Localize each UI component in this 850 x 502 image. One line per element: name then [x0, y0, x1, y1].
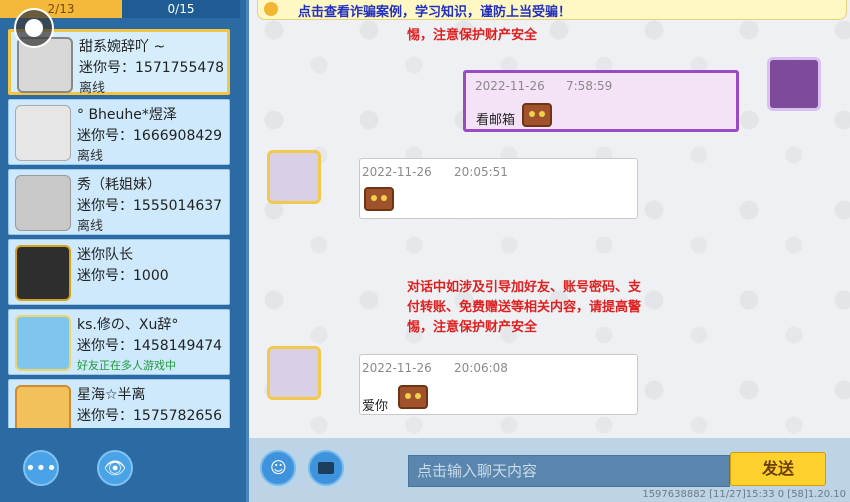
message-bubble: 2022-11-26 7:58:59 看邮箱 — [463, 70, 739, 132]
my-avatar — [767, 57, 821, 111]
avatar — [15, 385, 71, 428]
tab-other[interactable]: 0/15 — [122, 0, 240, 18]
warning-line: 惕，注意保护财产安全 — [407, 320, 538, 335]
friend-id: 迷你号：1666908429 — [77, 128, 223, 144]
status-bar: 1597638882 [11/27]15:33 0 [58]1.20.10 — [642, 489, 846, 500]
message-text: 看邮箱 — [476, 113, 516, 128]
friend-status: 离线 — [77, 149, 104, 164]
friend-avatar — [267, 150, 321, 204]
message-time: 20:05:51 — [454, 165, 508, 179]
friend-item[interactable]: 星海☆半离 迷你号：1575782656 — [8, 379, 230, 428]
friend-panel: 2/13 0/15 甜系婉辞吖 ~ 迷你号：1571755478 离线 ° Bh… — [0, 0, 246, 502]
avatar — [15, 105, 71, 161]
notice-text: 点击查看诈骗案例，学习知识，谨防上当受骗！ — [298, 5, 572, 20]
friend-id: 迷你号：1571755478 — [79, 60, 225, 76]
friend-id: 迷你号：1555014637 — [77, 198, 223, 214]
avatar — [15, 245, 71, 301]
overlay-circle-button[interactable] — [14, 8, 54, 48]
ellipsis-icon: ••• — [25, 457, 57, 479]
system-warning: 惕，注意保护财产安全 — [407, 28, 538, 43]
friend-name: 迷你队长 — [77, 247, 133, 263]
message-time: 7:58:59 — [566, 79, 613, 93]
friend-status: 离线 — [77, 219, 104, 234]
avatar — [15, 175, 71, 231]
friend-name: 星海☆半离 — [77, 387, 146, 403]
keyboard-button[interactable] — [308, 450, 344, 486]
keyboard-icon — [318, 462, 334, 474]
chat-input[interactable]: 点击输入聊天内容 — [408, 455, 730, 487]
friend-name: ° Bheuhe*煜泽 — [77, 107, 177, 123]
friend-item[interactable]: 迷你队长 迷你号：1000 — [8, 239, 230, 305]
friend-id: 迷你号：1458149474 — [77, 338, 223, 354]
friend-id: 迷你号：1000 — [77, 268, 169, 284]
emoji-icon — [364, 187, 394, 211]
warning-icon — [264, 2, 278, 16]
friend-item[interactable]: 秀（耗姐妹） 迷你号：1555014637 离线 — [8, 169, 230, 235]
friend-name: 甜系婉辞吖 ~ — [79, 39, 166, 55]
view-button[interactable]: 👁 — [97, 450, 133, 486]
chat-area: 点击查看诈骗案例，学习知识，谨防上当受骗！ 惕，注意保护财产安全 2022-11… — [246, 0, 850, 446]
message-time: 20:06:08 — [454, 361, 508, 375]
friend-id: 迷你号：1575782656 — [77, 408, 223, 424]
emoji-icon — [522, 103, 552, 127]
message-text: 爱你 — [362, 399, 389, 414]
eye-icon: 👁 — [103, 457, 127, 479]
friend-name: ks.修の、Xu辞° — [77, 317, 179, 333]
message-date: 2022-11-26 — [362, 165, 432, 179]
warning-line: 对话中如涉及引导加好友、账号密码、支 — [407, 280, 642, 295]
message-bubble: 2022-11-26 20:05:51 — [359, 158, 638, 219]
friend-item[interactable]: ° Bheuhe*煜泽 迷你号：1666908429 离线 — [8, 99, 230, 165]
message-date: 2022-11-26 — [362, 361, 432, 375]
system-warning: 对话中如涉及引导加好友、账号密码、支 付转账、免费赠送等相关内容，请提高警 惕，… — [407, 278, 641, 338]
friend-name: 秀（耗姐妹） — [77, 177, 161, 193]
fraud-notice[interactable]: 点击查看诈骗案例，学习知识，谨防上当受骗！ — [257, 0, 847, 20]
friend-list: 甜系婉辞吖 ~ 迷你号：1571755478 离线 ° Bheuhe*煜泽 迷你… — [6, 26, 234, 428]
emoji-button[interactable]: ☺ — [260, 450, 296, 486]
friend-item[interactable]: ks.修の、Xu辞° 迷你号：1458149474 好友正在多人游戏中 — [8, 309, 230, 375]
friend-avatar — [267, 346, 321, 400]
friend-status: 离线 — [79, 81, 106, 96]
send-button[interactable]: 发送 — [730, 452, 826, 486]
more-button[interactable]: ••• — [23, 450, 59, 486]
message-bubble: 2022-11-26 20:06:08 爱你 — [359, 354, 638, 415]
emoji-icon — [398, 385, 428, 409]
smiley-icon: ☺ — [270, 458, 287, 477]
warning-line: 付转账、免费赠送等相关内容，请提高警 — [407, 300, 642, 315]
message-date: 2022-11-26 — [475, 79, 545, 93]
friend-status: 好友正在多人游戏中 — [77, 359, 176, 372]
avatar — [15, 315, 71, 371]
